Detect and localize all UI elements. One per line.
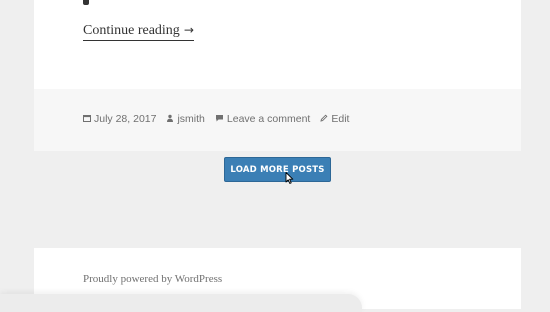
post-author[interactable]: jsmith — [166, 113, 205, 125]
edit-text: Edit — [331, 113, 350, 125]
user-icon — [166, 114, 174, 124]
calendar-icon — [83, 114, 91, 124]
pencil-icon — [320, 114, 328, 124]
powered-by-link[interactable]: Proudly powered by WordPress — [83, 273, 222, 285]
post-meta: July 28, 2017 jsmith Leave a comment Edi… — [83, 113, 359, 125]
post-text-fragment — [83, 0, 89, 5]
continue-reading-label: Continue reading — [83, 23, 180, 38]
post-body: Continue reading → — [34, 0, 521, 89]
post-card: Continue reading → July 28, 2017 jsmith L… — [34, 0, 521, 151]
mouse-pointer-icon — [285, 171, 294, 184]
overlay-edge — [0, 294, 362, 312]
post-meta-footer: July 28, 2017 jsmith Leave a comment Edi… — [34, 89, 521, 151]
post-author-text: jsmith — [177, 113, 205, 125]
post-date-text: July 28, 2017 — [94, 113, 157, 125]
arrow-right-icon: → — [183, 23, 194, 37]
load-more-posts-button[interactable]: LOAD MORE POSTS — [224, 157, 331, 182]
comment-icon — [215, 114, 224, 124]
edit-link[interactable]: Edit — [320, 113, 349, 125]
leave-comment-text: Leave a comment — [226, 113, 311, 125]
post-date[interactable]: July 28, 2017 — [83, 113, 156, 125]
leave-comment-link[interactable]: Leave a comment — [215, 113, 310, 125]
continue-reading-link[interactable]: Continue reading → — [83, 22, 194, 41]
